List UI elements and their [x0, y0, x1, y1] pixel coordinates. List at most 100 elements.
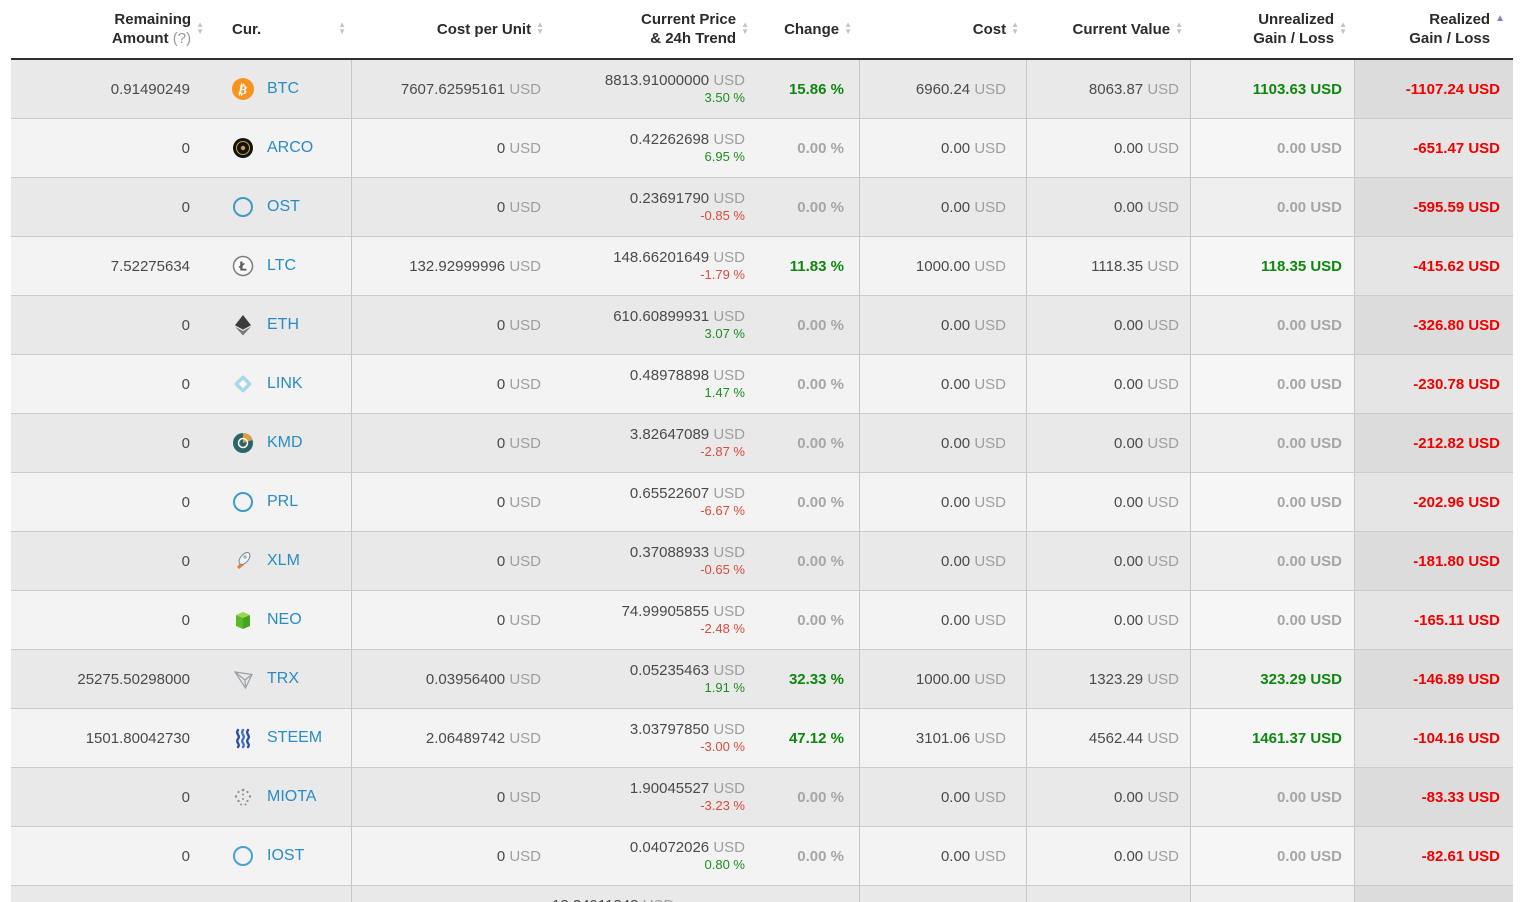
arco-icon [232, 137, 254, 159]
current-price-value: 3.82647089 USD [629, 426, 745, 443]
current-value-cell: 0.00 USD [1027, 296, 1191, 354]
column-header-cost-per-unit[interactable]: Cost per Unit ▲ ▼ [352, 0, 552, 58]
cost-cell: 0.00 USD [860, 296, 1027, 354]
unrealized-gain-loss-cell: 323.29 USD [1191, 650, 1355, 708]
trend-24h-value: -1.79 % [700, 267, 745, 282]
current-price-value: 1.90045527 USD [629, 780, 745, 797]
help-icon[interactable]: (?) [173, 30, 191, 47]
realized-gain-loss-value: -104.16 USD [1413, 729, 1500, 747]
currency-link[interactable]: PRL [267, 493, 298, 511]
cost-per-unit-value: 2.06489742 [425, 729, 506, 747]
ost-icon [232, 196, 254, 218]
change-value: 0.00 % [797, 788, 844, 806]
currency-link[interactable]: ARCO [267, 139, 313, 157]
column-header-current-price[interactable]: Current Price & 24h Trend ▲ ▼ [552, 0, 757, 58]
prl-icon [232, 491, 254, 513]
currency-link[interactable]: LTC [267, 257, 296, 275]
current-price-cell: 0.65522607 USD -6.67 % [552, 473, 757, 531]
column-label: Cost per Unit [436, 20, 532, 38]
table-body: 0.91490249 ₿ BTC 7607.62595161 USD 8813.9100… [11, 60, 1513, 902]
cost-cell: 6960.24 USD [860, 60, 1027, 118]
cost-value: 1000.00 [915, 257, 971, 275]
cost-value: 0.00 [940, 788, 971, 806]
currency-link[interactable]: OST [267, 198, 300, 216]
iost-icon [232, 845, 254, 867]
current-value-value: 8063.87 [1088, 80, 1144, 98]
remaining-amount-value: 0 [181, 434, 190, 452]
cost-cell: 0.00 USD [860, 532, 1027, 590]
currency-link[interactable]: LINK [267, 375, 303, 393]
unrealized-gain-loss-value: 0.00 USD [1276, 552, 1342, 570]
currency-link[interactable]: XLM [267, 552, 300, 570]
unrealized-gain-loss-value: 0.00 USD [1276, 198, 1342, 216]
currency-cell: LINK [212, 355, 352, 413]
currency-cell: MIOTA [212, 768, 352, 826]
column-header-cost[interactable]: Cost ▲ ▼ [860, 0, 1027, 58]
currency-link[interactable]: MIOTA [267, 788, 316, 806]
currency-unit: USD [970, 729, 1006, 747]
currency-unit: USD [970, 493, 1006, 511]
column-header-realized-gain-loss[interactable]: Realized Gain / Loss ▲ [1355, 0, 1513, 58]
currency-link[interactable]: ETH [267, 316, 299, 334]
currency-link[interactable]: BTC [267, 80, 299, 98]
currency-cell: KMD [212, 414, 352, 472]
change-value: 47.12 % [788, 729, 844, 747]
cost-per-unit-value: 132.92999996 [409, 257, 506, 275]
current-price-cell: 148.66201649 USD -1.79 % [552, 237, 757, 295]
currency-cell: Ł LTC [212, 237, 352, 295]
currency-unit: USD [970, 847, 1006, 865]
currency-unit: USD [1143, 434, 1179, 452]
xlm-icon [232, 550, 254, 572]
change-value: 0.00 % [797, 375, 844, 393]
realized-gain-loss-value: -202.96 USD [1413, 493, 1500, 511]
current-value-cell: 0.00 USD [1027, 827, 1191, 885]
cost-per-unit-value: 0 [496, 611, 506, 629]
currency-unit: USD [505, 552, 541, 570]
currency-link[interactable]: TRX [267, 670, 299, 688]
cost-value: 1000.00 [915, 670, 971, 688]
realized-gain-loss-cell: -230.78 USD [1355, 355, 1513, 413]
remaining-amount-cell: 0 [11, 473, 212, 531]
sort-icon: ▲ ▼ [844, 20, 852, 36]
currency-cell: ₿ BTC [212, 60, 352, 118]
currency-link[interactable]: IOST [267, 847, 304, 865]
unrealized-gain-loss-value: 0.00 USD [1276, 847, 1342, 865]
column-header-currency[interactable]: Cur. ▲ ▼ [212, 0, 352, 58]
cost-per-unit-value: 0 [496, 788, 506, 806]
column-header-unrealized-gain-loss[interactable]: Unrealized Gain / Loss ▲ ▼ [1191, 0, 1355, 58]
table-row: 0 NEO 0 USD 74.99905855 USD -2.48 % 0.00 % 0.0… [11, 591, 1513, 650]
column-header-change[interactable]: Change ▲ ▼ [757, 0, 860, 58]
currency-unit: USD [505, 434, 541, 452]
currency-unit: USD [970, 611, 1006, 629]
unrealized-gain-loss-cell: 0.00 USD [1191, 296, 1355, 354]
currency-cell: PRL [212, 473, 352, 531]
trend-24h-value: -3.00 % [700, 739, 745, 754]
current-price-value: 0.42262698 USD [629, 131, 745, 148]
cost-cell: 1000.00 USD [860, 650, 1027, 708]
change-value: 0.00 % [797, 139, 844, 157]
unrealized-gain-loss-cell: 118.35 USD [1191, 237, 1355, 295]
current-price-value: 0.37088933 USD [629, 544, 745, 561]
column-header-remaining-amount[interactable]: Remaining Amount (?) ▲ ▼ [11, 0, 212, 58]
miota-icon [232, 786, 254, 808]
clipped-cell [1027, 886, 1191, 902]
change-value: 0.00 % [797, 434, 844, 452]
current-price-cell: 610.60899931 USD 3.07 % [552, 296, 757, 354]
svg-text:Ł: Ł [238, 260, 247, 274]
column-header-current-value[interactable]: Current Value ▲ ▼ [1027, 0, 1191, 58]
currency-link[interactable]: NEO [267, 611, 302, 629]
cost-per-unit-value: 0 [496, 493, 506, 511]
unrealized-gain-loss-cell: 0.00 USD [1191, 355, 1355, 413]
current-value-value: 0.00 [1113, 611, 1144, 629]
currency-link[interactable]: STEEM [267, 729, 322, 747]
realized-gain-loss-value: -83.33 USD [1421, 788, 1500, 806]
currency-unit: USD [970, 434, 1006, 452]
unrealized-gain-loss-cell: 1103.63 USD [1191, 60, 1355, 118]
cost-cell: 0.00 USD [860, 414, 1027, 472]
currency-link[interactable]: KMD [267, 434, 303, 452]
cost-value: 0.00 [940, 434, 971, 452]
column-label: & 24h Trend [650, 30, 737, 47]
remaining-amount-cell: 0 [11, 355, 212, 413]
change-value: 0.00 % [797, 552, 844, 570]
trend-24h-value: 1.47 % [704, 385, 745, 400]
